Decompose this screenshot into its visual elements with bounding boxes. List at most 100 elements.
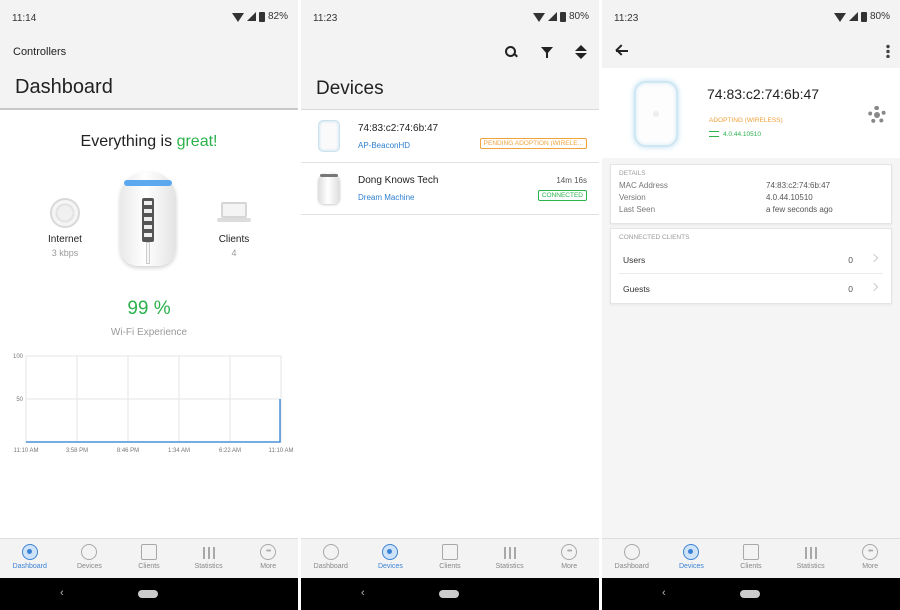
wifi-experience-chart[interactable]: 100 50 11:10 AM 3:58 PM 8:46 PM 1:34 AM 6:22 A… [0, 350, 298, 460]
client-row-count: 0 [848, 284, 853, 294]
device-header: 74:83:c2:74:6b:47 ADOPTING (WIRELESS) 4.… [602, 68, 900, 158]
more-icon [260, 544, 277, 560]
wifi-icon [532, 12, 545, 22]
nav-label: Clients [439, 563, 461, 570]
detail-key: Last Seen [619, 205, 656, 214]
device-row-ap[interactable]: 74:83:c2:74:6b:47 AP-BeaconHD PENDING AD… [301, 111, 599, 163]
nav-dashboard[interactable]: Dashboard [301, 539, 361, 578]
app-bar: Controllers Dashboard [0, 36, 298, 110]
access-point-image [634, 81, 678, 147]
device-uptime: 14m 16s [556, 176, 587, 185]
wifi-icon [231, 12, 244, 22]
devices-icon [81, 544, 98, 560]
more-vert-icon[interactable] [886, 44, 890, 58]
battery-percent: 82% [267, 11, 288, 22]
x-tick-label: 11:10 AM [14, 448, 39, 454]
nav-devices[interactable]: Devices [60, 539, 120, 578]
nav-more[interactable]: More [238, 539, 298, 578]
nav-more[interactable]: More [539, 539, 599, 578]
system-back-icon[interactable]: ‹ [60, 587, 64, 599]
more-icon [561, 544, 578, 560]
x-tick-label: 3:58 PM [66, 448, 88, 454]
devices-icon [382, 544, 399, 560]
system-back-icon[interactable]: ‹ [662, 587, 666, 599]
system-back-icon[interactable]: ‹ [361, 587, 365, 599]
detail-value: 4.0.44.10510 [766, 193, 813, 202]
x-tick-label: 1:34 AM [168, 448, 190, 454]
status-badge: CONNECTED [537, 190, 587, 201]
device-row-gateway[interactable]: Dong Knows Tech Dream Machine 14m 16s CO… [301, 163, 599, 215]
chevron-right-icon [869, 253, 879, 263]
status-time: 11:23 [614, 13, 639, 24]
laptop-icon [217, 202, 251, 222]
status-time: 11:14 [12, 13, 37, 24]
nav-statistics[interactable]: Statistics [781, 539, 841, 578]
dashboard-icon [322, 544, 339, 560]
nav-label: Devices [76, 563, 102, 570]
dream-machine-image[interactable] [120, 172, 176, 266]
nav-clients[interactable]: Clients [420, 539, 480, 578]
x-tick-label: 11:10 AM [269, 448, 294, 454]
system-home-pill[interactable] [439, 590, 459, 598]
signal-icon [547, 12, 557, 21]
nav-more[interactable]: More [840, 539, 900, 578]
internet-throughput: 3 kbps [51, 248, 79, 258]
nav-label: Statistics [495, 563, 524, 570]
clients-caption: CONNECTED CLIENTS [619, 234, 690, 241]
detail-row-version: Version 4.0.44.10510 [611, 193, 891, 205]
nav-clients[interactable]: Clients [721, 539, 781, 578]
nav-statistics[interactable]: Statistics [179, 539, 239, 578]
bottom-nav: Dashboard Devices Clients Statistics More [602, 538, 900, 578]
statistics-icon [201, 544, 217, 560]
nav-label: Statistics [194, 563, 223, 570]
signal-icon [246, 12, 256, 21]
devices-icon [683, 544, 700, 560]
system-nav-bar: ‹ [301, 578, 599, 610]
wifi-icon [833, 12, 846, 22]
controllers-link[interactable]: Controllers [13, 46, 66, 58]
detail-key: Version [619, 193, 646, 202]
back-arrow-icon[interactable] [614, 42, 632, 60]
y-tick-label: 100 [13, 354, 24, 360]
clients-count: 4 [231, 248, 237, 258]
adoption-status: ADOPTING (WIRELESS) [709, 117, 783, 124]
nav-devices[interactable]: Devices [662, 539, 722, 578]
system-home-pill[interactable] [138, 590, 158, 598]
nav-dashboard[interactable]: Dashboard [602, 539, 662, 578]
device-name: Dong Knows Tech [358, 175, 439, 186]
nav-label: Clients [740, 563, 762, 570]
device-model: Dream Machine [358, 193, 415, 202]
sort-icon[interactable] [573, 44, 589, 60]
system-home-pill[interactable] [740, 590, 760, 598]
nav-clients[interactable]: Clients [119, 539, 179, 578]
headline-status: great! [176, 133, 218, 150]
users-row[interactable]: Users 0 [619, 245, 883, 274]
nav-dashboard[interactable]: Dashboard [0, 539, 60, 578]
statistics-icon [502, 544, 518, 560]
devices-screen: 11:23 80% Devices 74:83:c2:74:6b:47 AP-B… [301, 0, 599, 610]
detail-value: a few seconds ago [766, 205, 833, 214]
internet-widget[interactable]: Internet 3 kbps [35, 198, 95, 258]
filter-icon[interactable] [539, 44, 555, 60]
guests-row[interactable]: Guests 0 [619, 274, 883, 303]
nav-label: Clients [138, 563, 160, 570]
nav-devices[interactable]: Devices [361, 539, 421, 578]
device-model: AP-BeaconHD [358, 141, 411, 150]
nav-label: Dashboard [313, 563, 348, 570]
firmware-version-short: 4.0.44.10510 [709, 131, 761, 138]
clients-widget[interactable]: Clients 4 [206, 198, 262, 258]
x-tick-label: 8:46 PM [117, 448, 139, 454]
gear-icon[interactable] [868, 106, 886, 124]
nav-label: Devices [377, 563, 403, 570]
app-bar: Devices [301, 36, 599, 110]
nav-statistics[interactable]: Statistics [480, 539, 540, 578]
clients-icon [140, 544, 157, 560]
page-title: Dashboard [15, 76, 113, 98]
search-icon[interactable] [503, 44, 519, 60]
system-nav-bar: ‹ [602, 578, 900, 610]
detail-key: MAC Address [619, 181, 668, 190]
status-time: 11:23 [313, 13, 338, 24]
signal-icon [848, 12, 858, 21]
wifi-experience-value: 99 % [127, 298, 171, 319]
bottom-nav: Dashboard Devices Clients Statistics More [0, 538, 298, 578]
